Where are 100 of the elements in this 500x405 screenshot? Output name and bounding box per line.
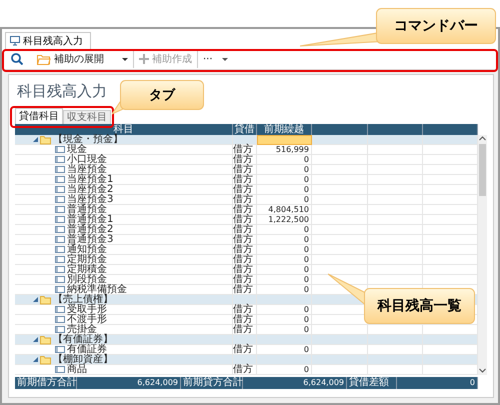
group-name: 【現金・預金】 bbox=[53, 134, 123, 144]
empty-cell bbox=[368, 165, 423, 175]
table-cell: 借方 bbox=[233, 225, 257, 235]
scrollbar[interactable] bbox=[478, 135, 487, 375]
table-cell: 0 bbox=[257, 365, 312, 375]
table-cell: 0 bbox=[257, 165, 312, 175]
expanded-icon[interactable] bbox=[33, 137, 38, 142]
empty-cell bbox=[368, 255, 423, 265]
account-icon bbox=[55, 156, 65, 163]
caret-icon bbox=[222, 58, 228, 60]
account-icon bbox=[55, 266, 65, 273]
table-cell: 借方 bbox=[233, 265, 257, 275]
column-header: 科目 bbox=[15, 124, 233, 135]
table-cell: 借方 bbox=[233, 145, 257, 155]
account-name: 別段預金 bbox=[67, 274, 107, 284]
table-cell: 借方 bbox=[233, 215, 257, 225]
account-name: 当座預金1 bbox=[67, 174, 114, 184]
table-cell: 0 bbox=[257, 155, 312, 165]
empty-cell bbox=[312, 235, 368, 245]
account-icon bbox=[55, 186, 65, 193]
account-name: 定期預金 bbox=[67, 254, 107, 264]
empty-cell bbox=[312, 145, 368, 155]
folder-icon bbox=[40, 294, 51, 304]
empty-cell bbox=[368, 185, 423, 195]
account-icon bbox=[55, 166, 65, 173]
total-value: 0 bbox=[397, 377, 478, 389]
table-cell: 0 bbox=[257, 315, 312, 325]
table-cell: 0 bbox=[257, 305, 312, 315]
table-cell: 借方 bbox=[233, 275, 257, 285]
table-cell: 1,222,500 bbox=[257, 215, 312, 225]
tab[interactable]: 貸借科目 bbox=[15, 108, 63, 124]
table-cell: 借方 bbox=[233, 165, 257, 175]
empty-cell bbox=[368, 195, 423, 205]
account-icon bbox=[55, 346, 65, 353]
account-name: 当座預金2 bbox=[67, 184, 114, 194]
account-icon bbox=[55, 146, 65, 153]
account-icon bbox=[55, 316, 65, 323]
tab[interactable]: 収支科目 bbox=[63, 110, 111, 124]
empty-cell bbox=[368, 205, 423, 215]
account-name: 小口現金 bbox=[67, 154, 107, 164]
table-cell: 借方 bbox=[233, 205, 257, 215]
expand-button[interactable]: 補助の展開 bbox=[34, 50, 131, 68]
account-icon bbox=[55, 236, 65, 243]
group-name: 【棚卸資産】 bbox=[53, 354, 113, 364]
account-name: 通知預金 bbox=[67, 244, 107, 254]
table-cell: 0 bbox=[257, 185, 312, 195]
expanded-icon[interactable] bbox=[33, 297, 38, 302]
table-cell: 借方 bbox=[233, 245, 257, 255]
empty-cell bbox=[368, 215, 423, 225]
expanded-icon[interactable] bbox=[33, 357, 38, 362]
empty-cell bbox=[368, 235, 423, 245]
table-cell: 516,999 bbox=[257, 145, 312, 155]
account-name: 定期積金 bbox=[67, 264, 107, 274]
account-icon bbox=[55, 326, 65, 333]
folder-icon bbox=[40, 354, 51, 364]
account-name: 有価証券 bbox=[67, 344, 107, 354]
table-cell: 0 bbox=[257, 255, 312, 265]
account-icon bbox=[55, 286, 65, 293]
account-name: 受取手形 bbox=[67, 304, 107, 314]
account-name: 普通預金3 bbox=[67, 234, 114, 244]
empty-cell bbox=[368, 245, 423, 255]
plus-icon bbox=[139, 54, 149, 64]
empty-cell bbox=[312, 365, 368, 375]
account-icon bbox=[55, 276, 65, 283]
empty-cell bbox=[368, 265, 423, 275]
expanded-icon[interactable] bbox=[33, 337, 38, 342]
account-name: 普通預金2 bbox=[67, 224, 114, 234]
empty-cell bbox=[368, 145, 423, 155]
account-name: 納税準備預金 bbox=[67, 284, 127, 294]
table-cell: 0 bbox=[257, 195, 312, 205]
account-name: 当座預金 bbox=[67, 164, 107, 174]
total-value: 6,624,009 bbox=[243, 377, 347, 389]
search-button[interactable] bbox=[8, 50, 26, 68]
account-icon bbox=[55, 216, 65, 223]
more-button[interactable]: ··· bbox=[200, 50, 231, 68]
window-tab[interactable]: 科目残高入力 bbox=[5, 32, 91, 49]
group-name: 【有価証券】 bbox=[53, 334, 113, 344]
callout-label: 科目残高一覧 bbox=[378, 297, 462, 315]
account-name: 普通預金 bbox=[67, 204, 107, 214]
table-cell: 借方 bbox=[233, 155, 257, 165]
total-label: 前期借方合計 bbox=[15, 377, 77, 389]
folder-icon bbox=[37, 53, 51, 65]
callout-label: タブ bbox=[149, 86, 175, 104]
table-cell: 借方 bbox=[233, 255, 257, 265]
table-cell: 4,804,510 bbox=[257, 205, 312, 215]
empty-cell bbox=[312, 215, 368, 225]
focused-cell[interactable] bbox=[257, 135, 312, 145]
table-cell: 借方 bbox=[233, 365, 257, 375]
account-icon bbox=[55, 196, 65, 203]
account-name: 当座預金3 bbox=[67, 194, 114, 204]
table-cell: 借方 bbox=[233, 235, 257, 245]
table-cell: 借方 bbox=[233, 195, 257, 205]
page-title: 科目残高入力 bbox=[16, 81, 107, 102]
table-cell: 0 bbox=[257, 275, 312, 285]
table-cell: 0 bbox=[257, 235, 312, 245]
account-icon bbox=[55, 176, 65, 183]
caret-icon bbox=[122, 58, 128, 60]
account-name: 現金 bbox=[67, 144, 87, 154]
column-header: 貸借 bbox=[233, 124, 257, 135]
empty-cell bbox=[312, 195, 368, 205]
